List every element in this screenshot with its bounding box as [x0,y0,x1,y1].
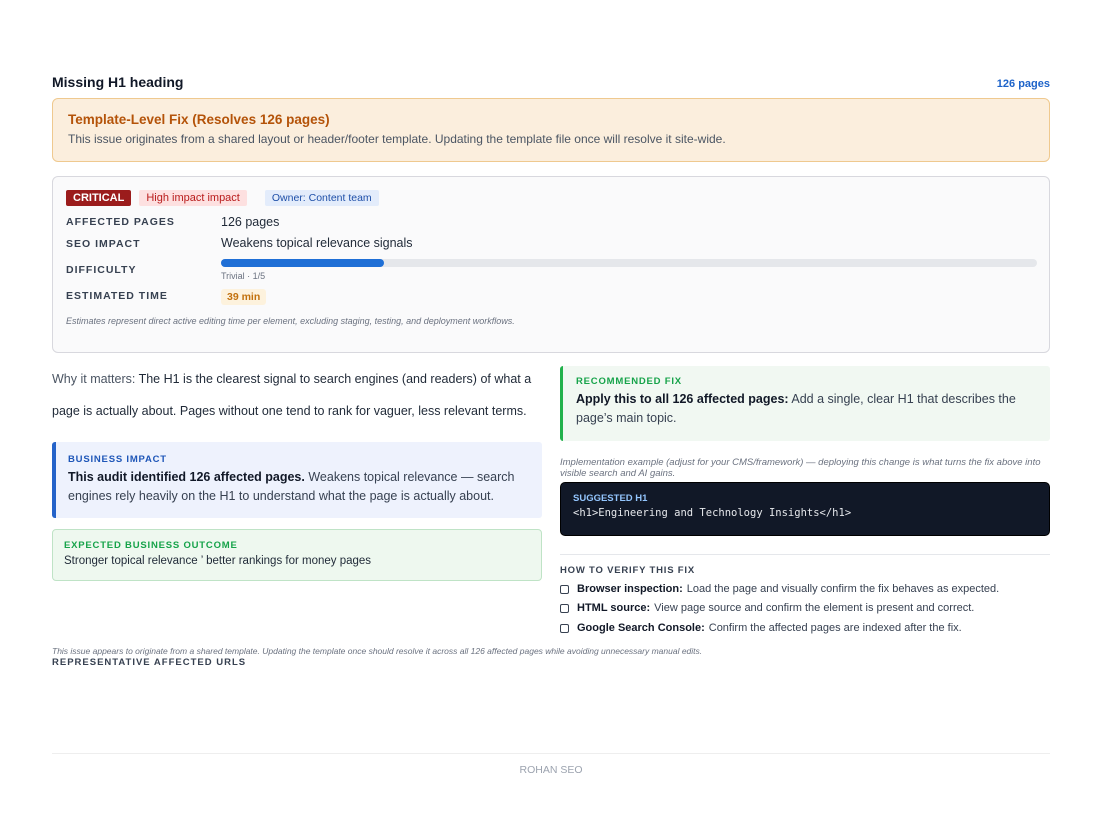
business-outcome-kicker: EXPECTED BUSINESS OUTCOME [64,540,238,551]
why-it-matters: Why it matters: The H1 is the clearest s… [52,363,544,427]
severity-badge: CRITICAL [66,190,132,206]
impact-badge: High impact impact [139,190,247,206]
verify-item-strong: Browser inspection: [577,583,683,595]
issue-title: Missing H1 heading [52,74,184,90]
checkbox-icon[interactable] [560,603,569,613]
business-outcome-callout: EXPECTED BUSINESS OUTCOME Stronger topic… [52,529,542,581]
footer-brand: ROHAN SEO [519,764,583,776]
verify-item-text: View page source and confirm the element… [654,602,975,614]
business-impact-strong: This audit identified 126 affected pages… [68,470,305,484]
business-impact-callout: BUSINESS IMPACT This audit identified 12… [52,442,542,518]
template-fix-title: Template-Level Fix (Resolves 126 pages) [68,112,330,127]
recommended-fix-kicker: RECOMMENDED FIX [576,376,682,387]
business-outcome-text: Stronger topical relevance ’ better rank… [64,555,372,567]
recommended-fix-callout: RECOMMENDED FIX Apply this to all 126 af… [560,366,1050,441]
badge-row: CRITICAL High impact impact Owner: Conte… [66,190,379,206]
template-fix-description: This issue originates from a shared layo… [68,132,726,146]
verify-item: Browser inspection: Load the page and vi… [560,583,999,595]
code-snippet-text[interactable]: <h1>Engineering and Technology Insights<… [573,507,1037,519]
implementation-note: Implementation example (adjust for your … [560,457,1041,479]
difficulty-progress-fill [221,259,385,267]
why-it-matters-label: Why it matters: [52,372,136,386]
verify-item-strong: HTML source: [577,602,651,614]
affected-pages-value: 126 pages [221,215,280,229]
checkbox-icon[interactable] [560,584,569,594]
business-impact-kicker: BUSINESS IMPACT [68,454,167,465]
verify-item-text: Load the page and visually confirm the f… [686,583,1000,595]
template-fix-callout: Template-Level Fix (Resolves 126 pages) … [52,98,1050,162]
code-snippet: SUGGESTED H1 <h1>Engineering and Technol… [560,482,1050,536]
verify-item-text: Confirm the affected pages are indexed a… [708,622,962,634]
divider [560,554,1050,555]
recommended-fix-text: Apply this to all 126 affected pages: Ad… [576,390,1037,428]
difficulty-label: DIFFICULTY [66,264,137,276]
estimate-note: Estimates represent direct active editin… [66,316,515,326]
verify-title: HOW TO VERIFY THIS FIX [560,565,695,576]
affected-pages-link[interactable]: 126 pages [997,78,1050,90]
difficulty-caption: Trivial · 1/5 [221,271,266,281]
code-snippet-label: SUGGESTED H1 [573,493,648,504]
checkbox-icon[interactable] [560,623,569,633]
verify-item-strong: Google Search Console: [577,622,705,634]
affected-pages-label: AFFECTED PAGES [66,216,175,228]
estimated-time-label: ESTIMATED TIME [66,290,168,302]
issue-details-card: CRITICAL High impact impact Owner: Conte… [52,176,1050,353]
template-note: This issue appears to originate from a s… [52,646,703,656]
verify-item: HTML source: View page source and confir… [560,602,974,614]
business-impact-text: This audit identified 126 affected pages… [68,468,530,506]
seo-impact-label: SEO IMPACT [66,238,141,250]
owner-badge: Owner: Content team [264,190,379,206]
estimated-time-badge: 39 min [221,289,267,305]
recommended-fix-strong: Apply this to all 126 affected pages: [576,392,789,406]
difficulty-progress-bar [221,259,1037,267]
footer-divider [52,753,1050,754]
issue-header: Missing H1 heading 126 pages [52,74,1050,94]
verify-item: Google Search Console: Confirm the affec… [560,622,962,634]
seo-impact-value: Weakens topical relevance signals [221,236,413,250]
affected-urls-heading: REPRESENTATIVE AFFECTED URLS [52,657,247,668]
